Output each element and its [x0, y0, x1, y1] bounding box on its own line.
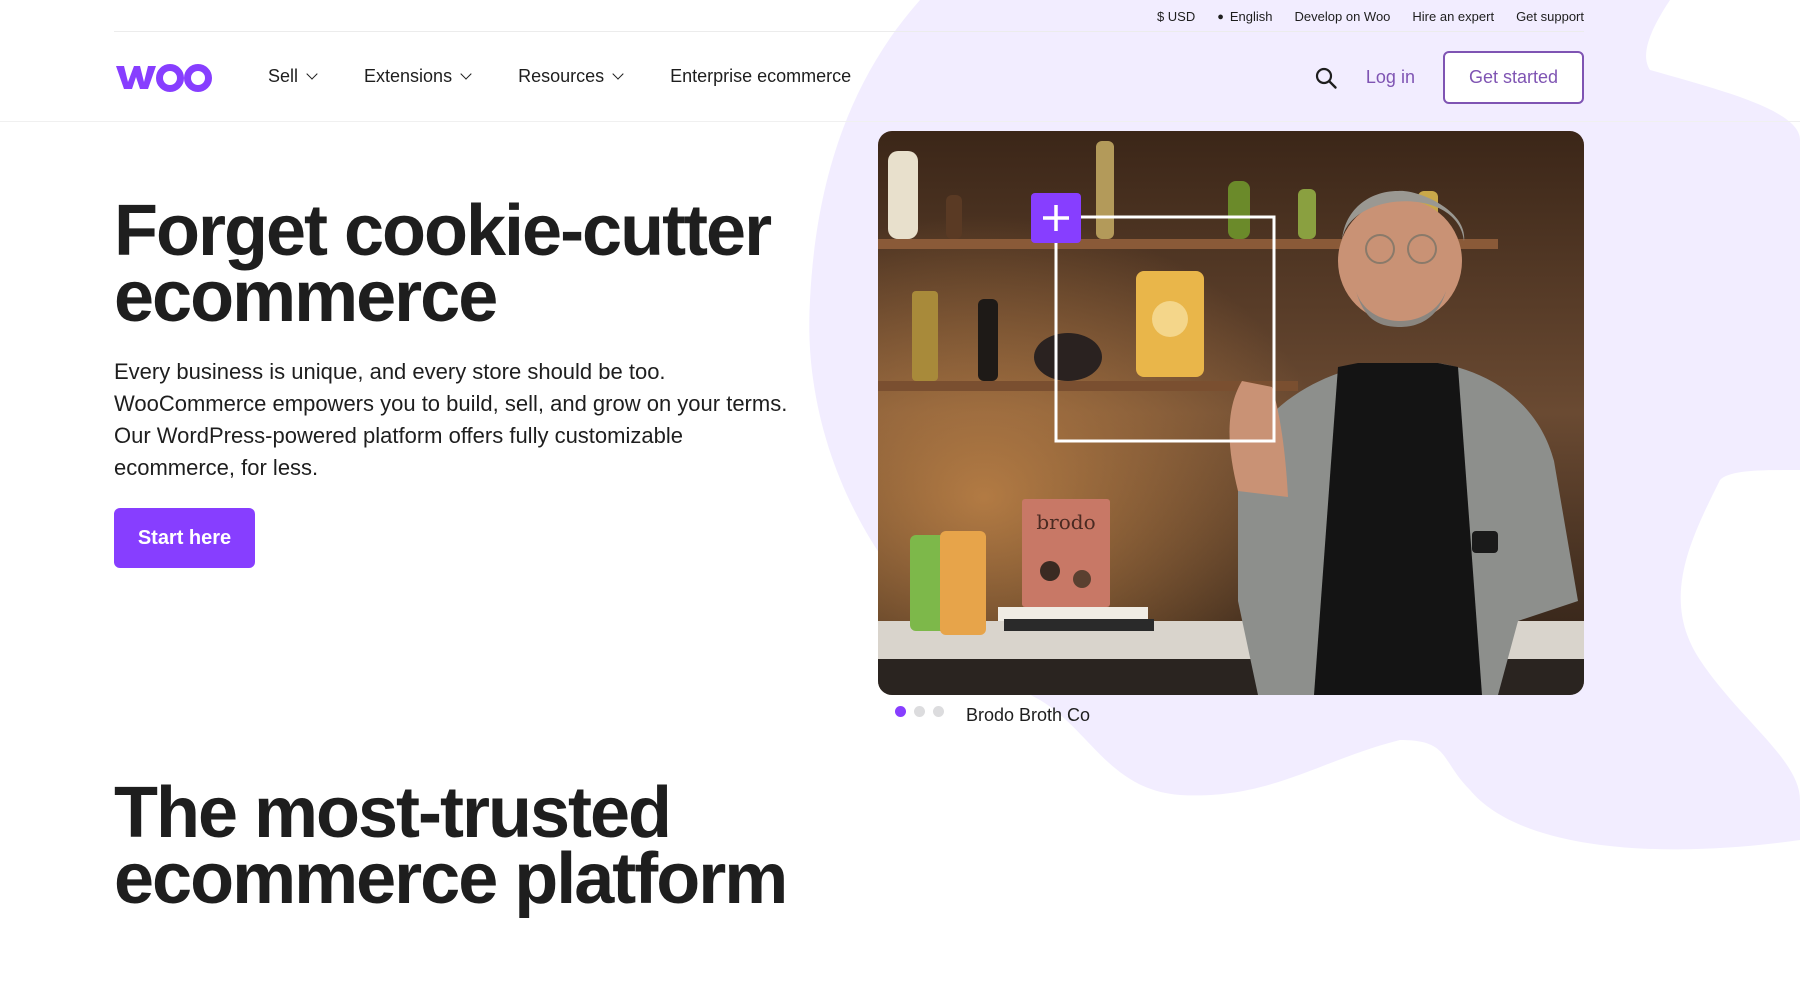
hero-illustration: brodo — [878, 131, 1584, 695]
carousel-dots — [895, 706, 944, 717]
carousel-dot-1[interactable] — [895, 706, 906, 717]
nav-item-label: Sell — [268, 66, 299, 86]
language-label: English — [1229, 9, 1273, 24]
nav-item-enterprise[interactable]: Enterprise ecommerce — [670, 66, 851, 87]
search-icon[interactable] — [1314, 66, 1338, 90]
get-support-link[interactable]: Get support — [1516, 9, 1584, 24]
woo-logo-mark — [116, 64, 212, 92]
globe-icon: ● — [1217, 10, 1224, 23]
login-link[interactable]: Log in — [1366, 67, 1415, 88]
nav-item-sell[interactable]: Sell — [268, 66, 318, 87]
nav-menu: Sell Extensions Resources Enterprise eco… — [268, 66, 851, 87]
carousel-dot-3[interactable] — [933, 706, 944, 717]
carousel-dot-2[interactable] — [914, 706, 925, 717]
book-cover-title: brodo — [1036, 510, 1095, 534]
hero-title: Forget cookie-cutter ecommerce — [114, 191, 772, 337]
language-selector[interactable]: ● English — [1217, 9, 1272, 24]
section-title: The most-trusted ecommerce platform — [114, 773, 788, 919]
hire-expert-link[interactable]: Hire an expert — [1412, 9, 1494, 24]
main-nav: Sell Extensions Resources Enterprise eco… — [0, 32, 1800, 122]
start-here-button[interactable]: Start here — [114, 508, 255, 568]
nav-item-label: Resources — [518, 66, 605, 86]
nav-item-label: Extensions — [364, 66, 453, 86]
utility-bar: $ USD ● English Develop on Woo Hire an e… — [114, 0, 1584, 32]
hero-description: Every business is unique, and every stor… — [114, 359, 788, 480]
currency-selector[interactable]: $ USD — [1157, 9, 1195, 24]
hero-image: brodo — [878, 131, 1584, 695]
chevron-down-icon — [612, 68, 624, 80]
nav-actions: Log in Get started — [1314, 51, 1584, 104]
chevron-down-icon — [460, 68, 472, 80]
nav-item-resources[interactable]: Resources — [518, 66, 624, 87]
chevron-down-icon — [306, 68, 318, 80]
develop-on-woo-link[interactable]: Develop on Woo — [1295, 9, 1391, 24]
carousel-caption: Brodo Broth Co — [966, 705, 1091, 725]
nav-item-extensions[interactable]: Extensions — [364, 66, 472, 87]
utility-links: $ USD ● English Develop on Woo Hire an e… — [1157, 9, 1584, 24]
woo-logo[interactable] — [114, 60, 216, 97]
nav-item-label: Enterprise ecommerce — [670, 66, 852, 86]
get-started-button[interactable]: Get started — [1442, 51, 1584, 104]
